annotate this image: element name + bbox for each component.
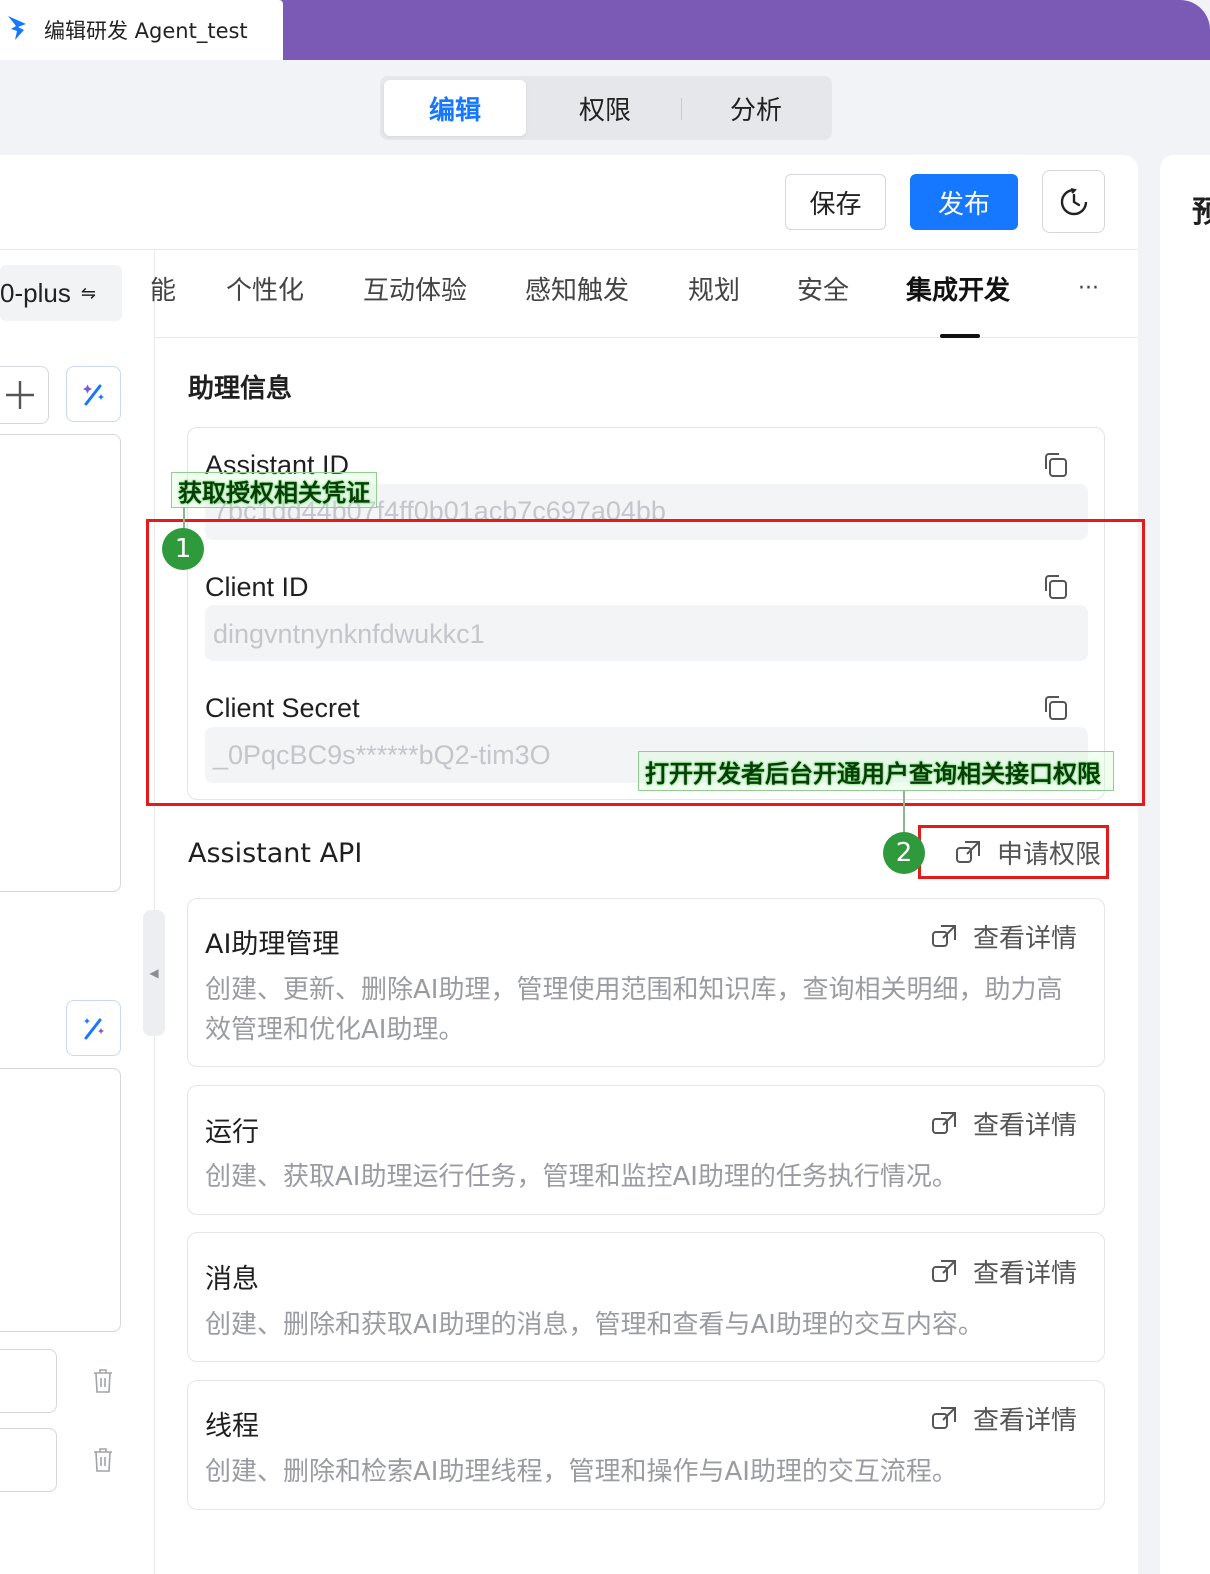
chevron-left-icon: ◀ — [149, 966, 159, 980]
document-title: 编辑研发 Agent_test — [44, 19, 248, 43]
document-tab[interactable]: 编辑研发 Agent_test — [0, 0, 283, 60]
view-details-label: 查看详情 — [973, 924, 1078, 954]
api-card-desc: 创建、删除和获取AI助理的消息，管理和查看与AI助理的交互内容。 — [205, 1310, 984, 1340]
active-tab-indicator — [940, 334, 980, 338]
swap-arrows-icon: ⇋ — [80, 282, 96, 303]
api-card-title: 运行 — [205, 1117, 259, 1148]
tab-personalization[interactable]: 个性化 — [226, 270, 304, 307]
view-details-link[interactable]: 查看详情 — [931, 1105, 1077, 1142]
tab-capabilities[interactable]: 能 — [150, 270, 176, 307]
secondary-editor-box[interactable] — [0, 1068, 121, 1332]
step2-annotation-label: 打开开发者后台开通用户查询相关接口权限 — [638, 751, 1114, 791]
toolbar-divider — [0, 249, 1138, 250]
ai-magic-button-2[interactable] — [66, 1000, 121, 1056]
copy-icon[interactable] — [1042, 451, 1070, 479]
step2-badge: 2 — [883, 832, 925, 874]
list-input-2[interactable] — [0, 1428, 57, 1492]
api-card-title: 线程 — [205, 1411, 259, 1442]
tab-perception[interactable]: 感知触发 — [525, 270, 629, 307]
tab-planning[interactable]: 规划 — [688, 270, 740, 307]
magic-wand-icon — [83, 1018, 104, 1040]
api-card-title: AI助理管理 — [205, 929, 340, 960]
api-card-desc: 创建、删除和检索AI助理线程，管理和操作与AI助理的交互流程。 — [205, 1457, 958, 1487]
tab-security[interactable]: 安全 — [797, 270, 849, 307]
annotation-leader-line — [903, 791, 905, 833]
prompt-editor-box[interactable] — [0, 434, 121, 892]
ai-magic-button[interactable] — [66, 366, 121, 422]
step1-badge: 1 — [162, 528, 204, 570]
preview-title-fragment: 预 — [1192, 195, 1210, 230]
api-card-desc: 创建、获取AI助理运行任务，管理和监控AI助理的任务执行情况。 — [205, 1162, 958, 1192]
view-details-label: 查看详情 — [973, 1259, 1078, 1289]
dingtalk-logo-icon — [8, 16, 26, 40]
segment-divider — [681, 98, 682, 120]
view-details-label: 查看详情 — [973, 1111, 1078, 1141]
add-button[interactable] — [0, 366, 49, 424]
view-details-label: 查看详情 — [973, 1406, 1078, 1436]
tab-edit[interactable]: 编辑 — [384, 80, 526, 136]
save-button[interactable]: 保存 — [785, 174, 886, 230]
publish-button[interactable]: 发布 — [910, 174, 1018, 230]
list-input-1[interactable] — [0, 1349, 57, 1413]
history-icon — [1060, 187, 1087, 215]
apply-permission-highlight-box — [918, 825, 1109, 879]
assistant-info-title: 助理信息 — [188, 374, 293, 404]
trash-icon[interactable] — [92, 1368, 114, 1394]
annotation-leader-line — [183, 507, 185, 529]
view-details-link[interactable]: 查看详情 — [931, 918, 1077, 955]
view-details-link[interactable]: 查看详情 — [931, 1400, 1077, 1437]
model-name: 0-plus — [0, 277, 71, 308]
step1-annotation-label: 获取授权相关凭证 — [171, 472, 377, 508]
external-link-icon — [932, 1406, 956, 1429]
magic-wand-icon — [82, 384, 104, 406]
trash-icon[interactable] — [92, 1447, 114, 1473]
external-link-icon — [932, 1259, 956, 1282]
model-selector[interactable]: 0-plus ⇋ — [0, 265, 122, 321]
plus-icon — [5, 381, 34, 409]
tabs-divider — [155, 337, 1138, 338]
more-tabs-button[interactable]: ··· — [1078, 276, 1099, 301]
mode-switcher: 编辑 权限 分析 — [380, 76, 832, 140]
preview-panel: 预 — [1160, 155, 1210, 1574]
tab-analytics[interactable]: 分析 — [685, 80, 827, 136]
assistant-api-title: Assistant API — [188, 838, 363, 869]
external-link-icon — [932, 924, 956, 947]
tab-integration[interactable]: 集成开发 — [906, 270, 1010, 307]
history-button[interactable] — [1042, 170, 1105, 233]
collapse-handle[interactable]: ◀ — [143, 910, 165, 1036]
api-card-desc: 创建、更新、删除AI助理，管理使用范围和知识库，查询相关明细，助力高效管理和优化… — [205, 975, 1063, 1045]
tab-interaction[interactable]: 互动体验 — [363, 270, 467, 307]
tab-permissions[interactable]: 权限 — [534, 80, 676, 136]
view-details-link[interactable]: 查看详情 — [931, 1253, 1077, 1290]
api-card-title: 消息 — [205, 1264, 259, 1295]
external-link-icon — [932, 1111, 956, 1134]
